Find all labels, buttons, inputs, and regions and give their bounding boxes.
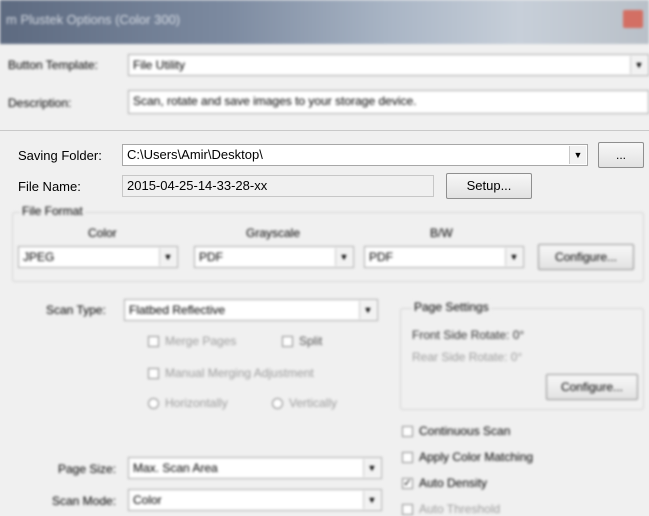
scan-type-dropdown[interactable]: Flatbed Reflective ▼	[124, 299, 378, 321]
file-name-value: 2015-04-25-14-33-28-xx	[127, 178, 268, 193]
merge-pages-checkbox[interactable]: Merge Pages	[148, 334, 236, 348]
bw-label: B/W	[430, 226, 453, 240]
button-template-dropdown[interactable]: File Utility ▼	[128, 54, 649, 76]
file-name-field: 2015-04-25-14-33-28-xx	[122, 175, 434, 197]
window-title: m Plustek Options (Color 300)	[6, 12, 181, 27]
color-format-dropdown[interactable]: JPEG ▼	[18, 246, 178, 268]
chevron-down-icon[interactable]: ▼	[335, 248, 352, 266]
manual-merging-label: Manual Merging Adjustment	[165, 366, 314, 380]
page-settings-label: Page Settings	[412, 300, 491, 314]
checkbox-icon	[148, 336, 159, 348]
divider	[0, 130, 649, 131]
apply-color-matching-checkbox[interactable]: Apply Color Matching	[402, 450, 533, 464]
page-settings-configure-button[interactable]: Configure...	[546, 374, 638, 400]
chevron-down-icon[interactable]: ▼	[630, 56, 647, 74]
vertically-label: Vertically	[289, 396, 338, 410]
saving-folder-label: Saving Folder:	[18, 148, 102, 163]
auto-threshold-checkbox[interactable]: Auto Threshold	[402, 502, 500, 516]
checkbox-icon	[148, 368, 159, 380]
checkmark-icon: ✓	[402, 478, 413, 490]
description-value: Scan, rotate and save images to your sto…	[133, 94, 417, 108]
color-format-value: JPEG	[23, 250, 55, 264]
browse-button[interactable]: ...	[598, 142, 644, 168]
bw-format-value: PDF	[369, 250, 393, 264]
merge-pages-label: Merge Pages	[165, 334, 237, 348]
grayscale-format-value: PDF	[199, 250, 223, 264]
checkbox-icon	[402, 452, 413, 464]
vertically-radio[interactable]: Vertically	[272, 396, 337, 410]
scan-type-value: Flatbed Reflective	[129, 303, 226, 317]
checkbox-icon	[402, 426, 413, 438]
auto-threshold-label: Auto Threshold	[419, 502, 501, 516]
scan-type-label: Scan Type:	[46, 303, 106, 317]
chevron-down-icon[interactable]: ▼	[569, 146, 586, 164]
description-label: Description:	[8, 96, 72, 110]
horizontally-radio[interactable]: Horizontally	[148, 396, 228, 410]
grayscale-label: Grayscale	[246, 226, 301, 240]
setup-button[interactable]: Setup...	[446, 173, 532, 199]
page-size-label: Page Size:	[58, 462, 117, 476]
scan-mode-dropdown[interactable]: Color ▼	[128, 489, 382, 511]
continuous-scan-label: Continuous Scan	[419, 424, 511, 438]
front-rotate-text: Front Side Rotate: 0°	[412, 328, 525, 342]
saving-folder-value: C:\Users\Amir\Desktop\	[127, 147, 263, 162]
chevron-down-icon[interactable]: ▼	[363, 491, 380, 509]
continuous-scan-checkbox[interactable]: Continuous Scan	[402, 424, 510, 438]
page-size-value: Max. Scan Area	[133, 461, 218, 475]
auto-density-checkbox[interactable]: ✓ Auto Density	[402, 476, 487, 490]
button-template-value: File Utility	[133, 58, 186, 72]
file-name-label: File Name:	[18, 179, 81, 194]
file-format-configure-button[interactable]: Configure...	[538, 244, 634, 270]
chevron-down-icon[interactable]: ▼	[505, 248, 522, 266]
radio-icon	[272, 398, 283, 410]
scan-mode-label: Scan Mode:	[52, 494, 117, 508]
grayscale-format-dropdown[interactable]: PDF ▼	[194, 246, 354, 268]
horizontally-label: Horizontally	[165, 396, 228, 410]
split-label: Split	[299, 334, 323, 348]
apply-color-matching-label: Apply Color Matching	[419, 450, 534, 464]
radio-icon	[148, 398, 159, 410]
checkbox-icon	[402, 504, 413, 516]
description-field[interactable]: Scan, rotate and save images to your sto…	[128, 90, 649, 114]
scan-mode-value: Color	[133, 493, 162, 507]
color-label: Color	[88, 226, 117, 240]
file-format-label: File Format	[20, 204, 85, 218]
chevron-down-icon[interactable]: ▼	[363, 459, 380, 477]
chevron-down-icon[interactable]: ▼	[359, 301, 376, 319]
bw-format-dropdown[interactable]: PDF ▼	[364, 246, 524, 268]
title-bar[interactable]: m Plustek Options (Color 300)	[0, 0, 649, 44]
page-size-dropdown[interactable]: Max. Scan Area ▼	[128, 457, 382, 479]
split-checkbox[interactable]: Split	[282, 334, 322, 348]
rear-rotate-text: Rear Side Rotate: 0°	[412, 350, 523, 364]
manual-merging-checkbox[interactable]: Manual Merging Adjustment	[148, 366, 314, 380]
chevron-down-icon[interactable]: ▼	[159, 248, 176, 266]
saving-folder-dropdown[interactable]: C:\Users\Amir\Desktop\ ▼	[122, 144, 588, 166]
auto-density-label: Auto Density	[419, 476, 488, 490]
checkbox-icon	[282, 336, 293, 348]
close-icon[interactable]	[623, 10, 643, 28]
button-template-label: Button Template:	[8, 58, 98, 72]
